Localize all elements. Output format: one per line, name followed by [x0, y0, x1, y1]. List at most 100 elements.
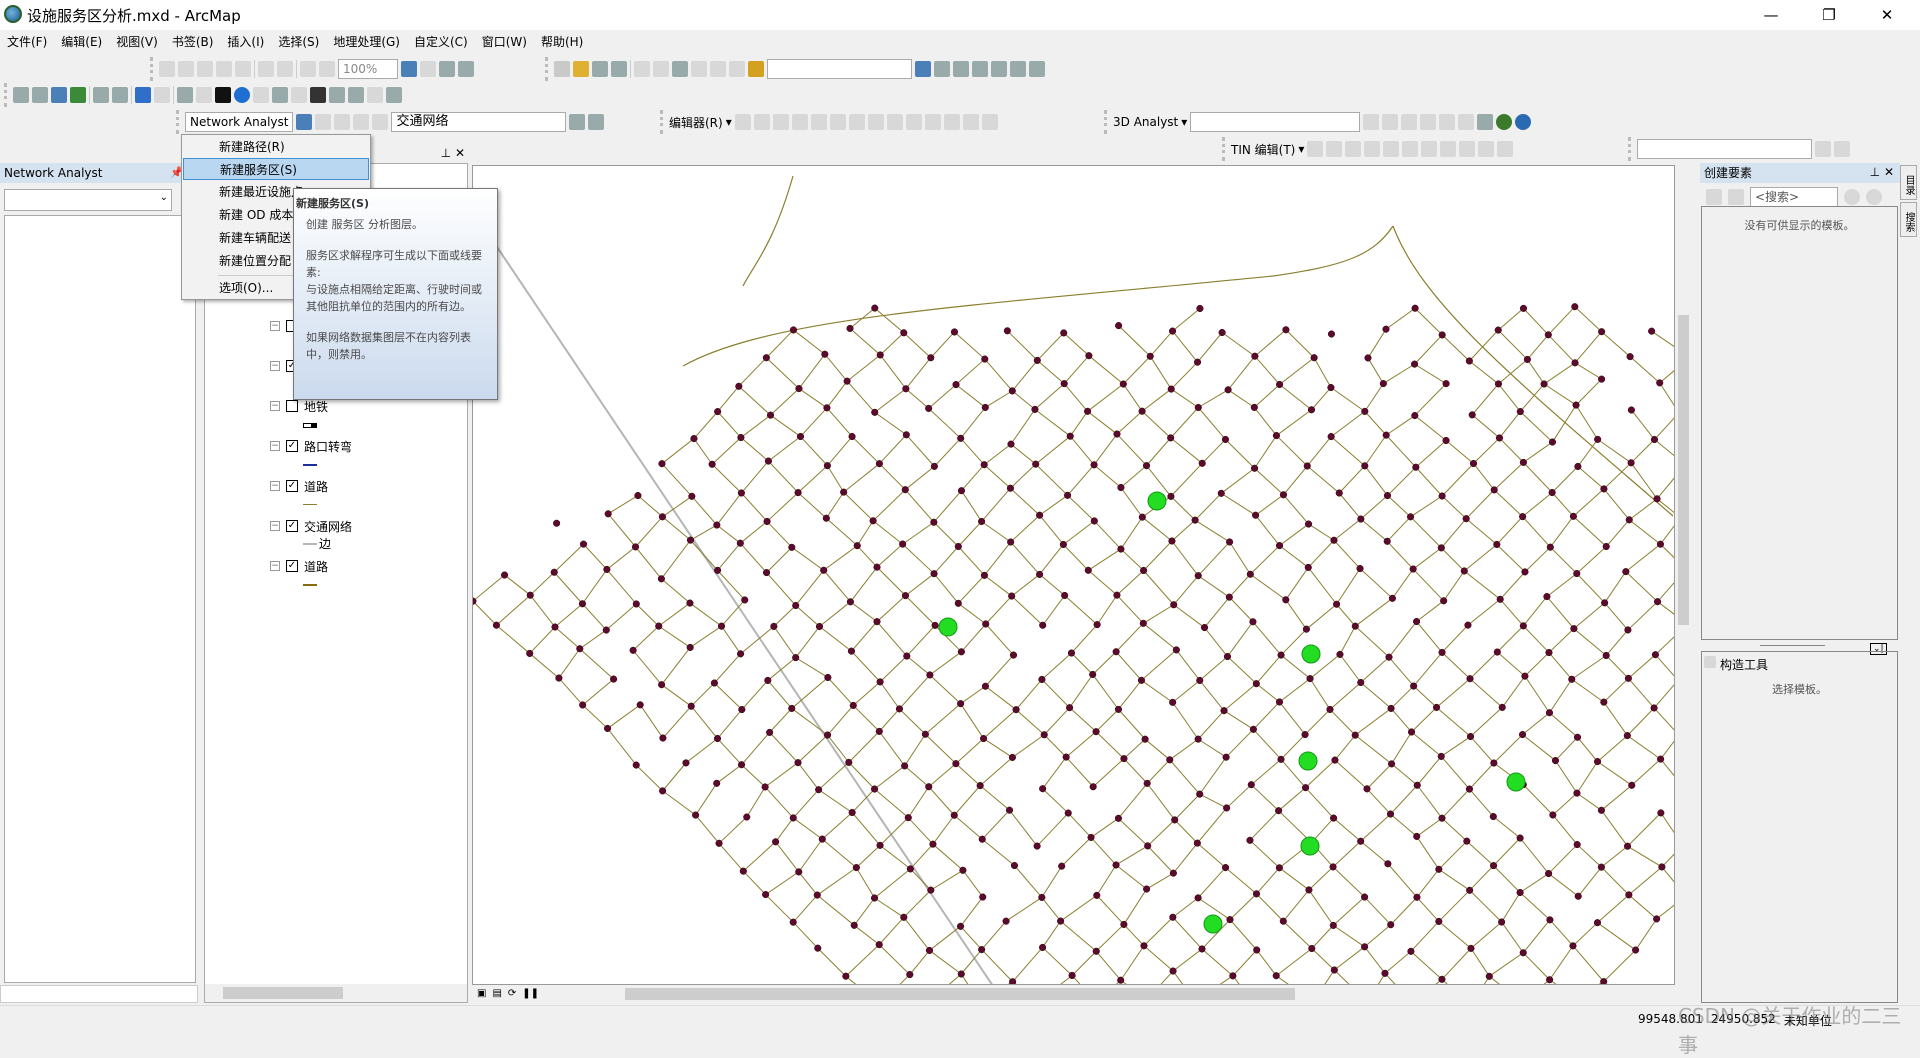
delete-icon[interactable]	[691, 61, 707, 77]
template-search-input[interactable]: <搜索>	[1750, 187, 1838, 207]
panel-pin-icon[interactable]: ⊥	[1870, 165, 1880, 179]
magnifier-icon[interactable]	[386, 87, 402, 103]
collapse-icon[interactable]: −	[270, 361, 280, 371]
fixed-zoom-in-map-icon[interactable]	[93, 87, 109, 103]
cut-polygons-icon[interactable]	[887, 114, 903, 130]
layer-checkbox[interactable]: ✓	[286, 520, 298, 532]
pan-icon[interactable]	[51, 87, 67, 103]
catalog-tab[interactable]: 目录	[1900, 165, 1917, 200]
toc-layer-roads[interactable]: −✓道路	[270, 476, 328, 496]
move-tin-node-icon[interactable]	[1421, 141, 1437, 157]
find-route-icon[interactable]	[329, 87, 345, 103]
attributes-icon[interactable]	[944, 114, 960, 130]
menu-new-route[interactable]: 新建路径(R)	[183, 136, 369, 158]
layer-checkbox[interactable]: ✓	[286, 440, 298, 452]
solve-grid-icon[interactable]	[353, 114, 369, 130]
straight-segment-icon[interactable]	[773, 114, 789, 130]
arcscene-icon[interactable]	[1496, 114, 1512, 130]
road-network-map[interactable]	[473, 166, 1675, 985]
add-tin-line-icon[interactable]	[1326, 141, 1342, 157]
swap-tin-edge-icon[interactable]	[1402, 141, 1418, 157]
collapse-icon[interactable]: −	[270, 321, 280, 331]
add-tin-polygon-icon[interactable]	[1345, 141, 1361, 157]
arctoolbox-icon[interactable]	[991, 61, 1007, 77]
menu-file[interactable]: 文件(F)	[0, 32, 54, 52]
menu-new-service-area[interactable]: 新建服务区(S)	[183, 158, 369, 180]
hyperlink-icon[interactable]	[253, 87, 269, 103]
search-tab[interactable]: 搜索	[1900, 202, 1917, 237]
full-extent-icon[interactable]	[70, 87, 86, 103]
histogram-icon[interactable]	[1834, 141, 1850, 157]
edit-annotation-icon[interactable]	[754, 114, 770, 130]
measure-icon[interactable]	[291, 87, 307, 103]
menu-selection[interactable]: 选择(S)	[271, 32, 326, 52]
splitter[interactable]	[1760, 645, 1825, 646]
close-button[interactable]: ✕	[1864, 0, 1910, 30]
layer-checkbox[interactable]: ✓	[286, 560, 298, 572]
menu-edit[interactable]: 编辑(E)	[54, 32, 109, 52]
focus-frame-icon[interactable]	[420, 61, 436, 77]
collapse-icon[interactable]: −	[270, 521, 280, 531]
data-driven-pages-icon[interactable]	[458, 61, 474, 77]
build-network-icon[interactable]	[569, 114, 585, 130]
restore-button[interactable]: ❐	[1806, 0, 1852, 30]
zoom-level-dropdown[interactable]: 100%	[338, 59, 398, 79]
go-forward-icon[interactable]	[154, 87, 170, 103]
map-vertical-scrollbar[interactable]	[1675, 165, 1692, 985]
layer-checkbox[interactable]: ✓	[286, 480, 298, 492]
edit-tool-icon[interactable]	[735, 114, 751, 130]
go-back-icon[interactable]	[135, 87, 151, 103]
change-layout-icon[interactable]	[439, 61, 455, 77]
go-to-xy-icon[interactable]	[348, 87, 364, 103]
point-icon[interactable]	[830, 114, 846, 130]
tin-tag-icon[interactable]	[1459, 141, 1475, 157]
menu-customize[interactable]: 自定义(C)	[407, 32, 475, 52]
tin-edit-menu[interactable]: TIN 编辑(T)	[1231, 141, 1295, 158]
create-network-location-icon[interactable]	[315, 114, 331, 130]
new-document-icon[interactable]	[554, 61, 570, 77]
add-tin-point-icon[interactable]	[1307, 141, 1323, 157]
reshape-icon[interactable]	[868, 114, 884, 130]
fixed-zoom-out-map-icon[interactable]	[112, 87, 128, 103]
collapse-icon[interactable]: −	[270, 481, 280, 491]
menu-help[interactable]: 帮助(H)	[534, 32, 590, 52]
save-icon[interactable]	[592, 61, 608, 77]
organize-templates-icon[interactable]	[1728, 189, 1744, 205]
toc-layer-turns[interactable]: −✓路口转弯	[270, 436, 352, 456]
table-of-contents-icon[interactable]	[934, 61, 950, 77]
clear-selection-icon[interactable]	[196, 87, 212, 103]
rotate-icon[interactable]	[925, 114, 941, 130]
layer-dropdown-2[interactable]	[1637, 139, 1812, 159]
toc-hscroll[interactable]	[205, 984, 467, 1002]
interpolate-line-icon[interactable]	[1439, 114, 1455, 130]
clear-search-icon[interactable]	[1866, 189, 1882, 205]
refresh-icon[interactable]: ⟳	[508, 988, 516, 999]
pan-layout-icon[interactable]	[197, 61, 213, 77]
add-data-icon[interactable]	[748, 61, 764, 77]
zoom-100-icon[interactable]	[235, 61, 251, 77]
3d-layer-dropdown[interactable]	[1190, 112, 1360, 132]
layout-view-icon[interactable]: ▤	[492, 988, 501, 999]
zoom-out-layout-icon[interactable]	[178, 61, 194, 77]
solve-icon[interactable]	[372, 114, 388, 130]
editor-toolbar-icon[interactable]	[915, 61, 931, 77]
menu-insert[interactable]: 插入(I)	[220, 32, 271, 52]
zoom-in-layout-icon[interactable]	[159, 61, 175, 77]
fixed-zoom-out-icon[interactable]	[277, 61, 293, 77]
menu-windows[interactable]: 窗口(W)	[475, 32, 534, 52]
fixed-zoom-in-icon[interactable]	[258, 61, 274, 77]
select-elements-icon[interactable]	[215, 87, 231, 103]
layer-checkbox[interactable]	[286, 400, 298, 412]
undo-icon[interactable]	[710, 61, 726, 77]
toc-pin-icon[interactable]: ⊥	[441, 146, 451, 160]
steepest-path-icon[interactable]	[1382, 114, 1398, 130]
network-analyst-window-icon[interactable]	[296, 114, 312, 130]
editor-menu[interactable]: 编辑器(R)	[669, 114, 723, 131]
redo-icon[interactable]	[729, 61, 745, 77]
zoom-out-icon[interactable]	[32, 87, 48, 103]
map-view[interactable]	[472, 165, 1675, 985]
toggle-draft-icon[interactable]	[401, 61, 417, 77]
split-icon[interactable]	[906, 114, 922, 130]
paste-icon[interactable]	[672, 61, 688, 77]
contour-2-icon[interactable]	[1815, 141, 1831, 157]
